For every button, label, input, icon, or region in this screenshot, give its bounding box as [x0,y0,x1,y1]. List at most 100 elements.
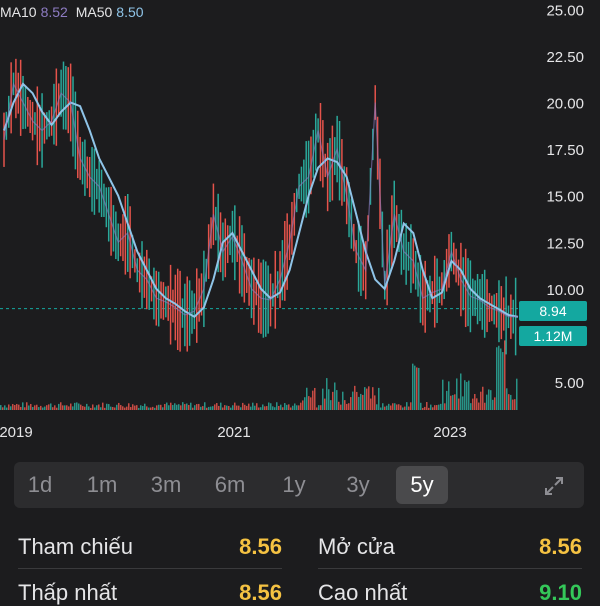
volume-bar [334,382,336,410]
x-tick-label: 2023 [433,424,466,441]
volume-bar [426,402,428,410]
volume-bar [464,380,466,410]
volume-bar [442,379,444,410]
volume-bar [184,404,186,410]
volume-bar [254,405,256,410]
range-tabs: 1d 1m 3m 6m 1y 3y 5y [14,462,584,508]
volume-bar [500,348,502,410]
volume-bar [36,404,38,410]
chart-canvas[interactable]: 25.00 22.50 20.00 17.50 15.00 12.50 10.00 5.00 2… [0,0,600,450]
volume-bar [468,380,470,410]
volume-bar [274,407,276,410]
tab-5y[interactable]: 5y [396,466,448,504]
volume-bar [260,407,262,410]
volume-bar [332,391,334,410]
volume-bar [432,407,434,410]
volume-bar [414,365,416,410]
volume-bar [136,405,138,410]
volume-bar [356,391,358,410]
volume-bar [292,405,294,410]
current-price-tag: 8.94 [519,301,587,321]
volume-bar [404,406,406,410]
volume-bar [480,391,482,410]
volume-bar [86,403,88,410]
y-tick-label: 12.50 [546,235,584,252]
volume-bar [194,405,196,410]
volume-bar [502,352,504,410]
volume-bar [462,396,464,410]
volume-bar [162,407,164,410]
volume-bar [102,402,104,410]
volume-bar [26,402,28,410]
volume-bar [474,394,476,410]
volume-bar [344,400,346,410]
volume-bar [486,394,488,410]
volume-bar [198,403,200,410]
tab-1m[interactable]: 1m [76,462,128,508]
volume-bar [38,407,40,410]
volume-bar [346,403,348,410]
ref-value: 8.56 [239,534,282,559]
volume-bar [96,405,98,410]
volume-bar [242,402,244,410]
volume-bar [360,393,362,410]
volume-bar [34,405,36,410]
volume-bar [490,390,492,410]
tab-1y[interactable]: 1y [268,462,320,508]
volume-bar [180,405,182,410]
volume-bar [172,405,174,410]
volume-bar [150,407,152,410]
tab-6m[interactable]: 6m [204,462,256,508]
volume-bar [200,406,202,410]
volume-bar [88,406,90,410]
volume-bar [362,394,364,410]
tab-3m[interactable]: 3m [140,462,192,508]
volume-bar [264,406,266,410]
tab-3y[interactable]: 3y [332,462,384,508]
volume-bar [94,407,96,410]
volume-bar [306,387,308,410]
volume-bar [106,403,108,410]
volume-bar [278,405,280,410]
volume-bar [30,403,32,410]
price-chart[interactable]: 25.00 22.50 20.00 17.50 15.00 12.50 10.00 5.00 2… [0,0,600,450]
volume-bar [418,367,420,410]
ma-legend: MA10 8.52 MA50 8.50 [0,4,148,20]
volume-bar [218,405,220,410]
volume-bar [338,401,340,410]
volume-bar [410,402,412,410]
volume-bar [492,399,494,410]
volume-bar [98,404,100,410]
volume-bar [314,387,316,410]
volume-bar [10,406,12,410]
volume-bar [178,404,180,410]
range-selector: 1d 1m 3m 6m 1y 3y 5y [0,452,600,520]
volume-bar [226,405,228,410]
volume-bar [416,367,418,410]
volume-bar [384,406,386,410]
volume-bar [32,406,34,410]
volume-bar [408,406,410,410]
volume-bar [222,407,224,410]
volume-bar [484,402,486,410]
volume-bar [158,404,160,410]
open-label: Mở cửa [318,534,395,559]
volume-bar [372,387,374,410]
volume-bar [114,407,116,410]
volume-bar [78,403,80,410]
y-tick-label: 5.00 [555,375,584,392]
ma10-label: MA10 [0,4,37,20]
volume-bar [304,397,306,410]
volume-bar [340,404,342,410]
volume-bar [412,363,414,410]
volume-bar [396,404,398,410]
volume-bar [0,405,2,410]
volume-bar [394,403,396,410]
volume-bar [256,403,258,410]
tab-1d[interactable]: 1d [14,462,66,508]
volume-bar [42,407,44,410]
volume-bar [352,391,354,410]
expand-icon[interactable] [534,462,574,508]
volume-bar [16,403,18,410]
ref-label: Tham chiếu [18,534,133,559]
